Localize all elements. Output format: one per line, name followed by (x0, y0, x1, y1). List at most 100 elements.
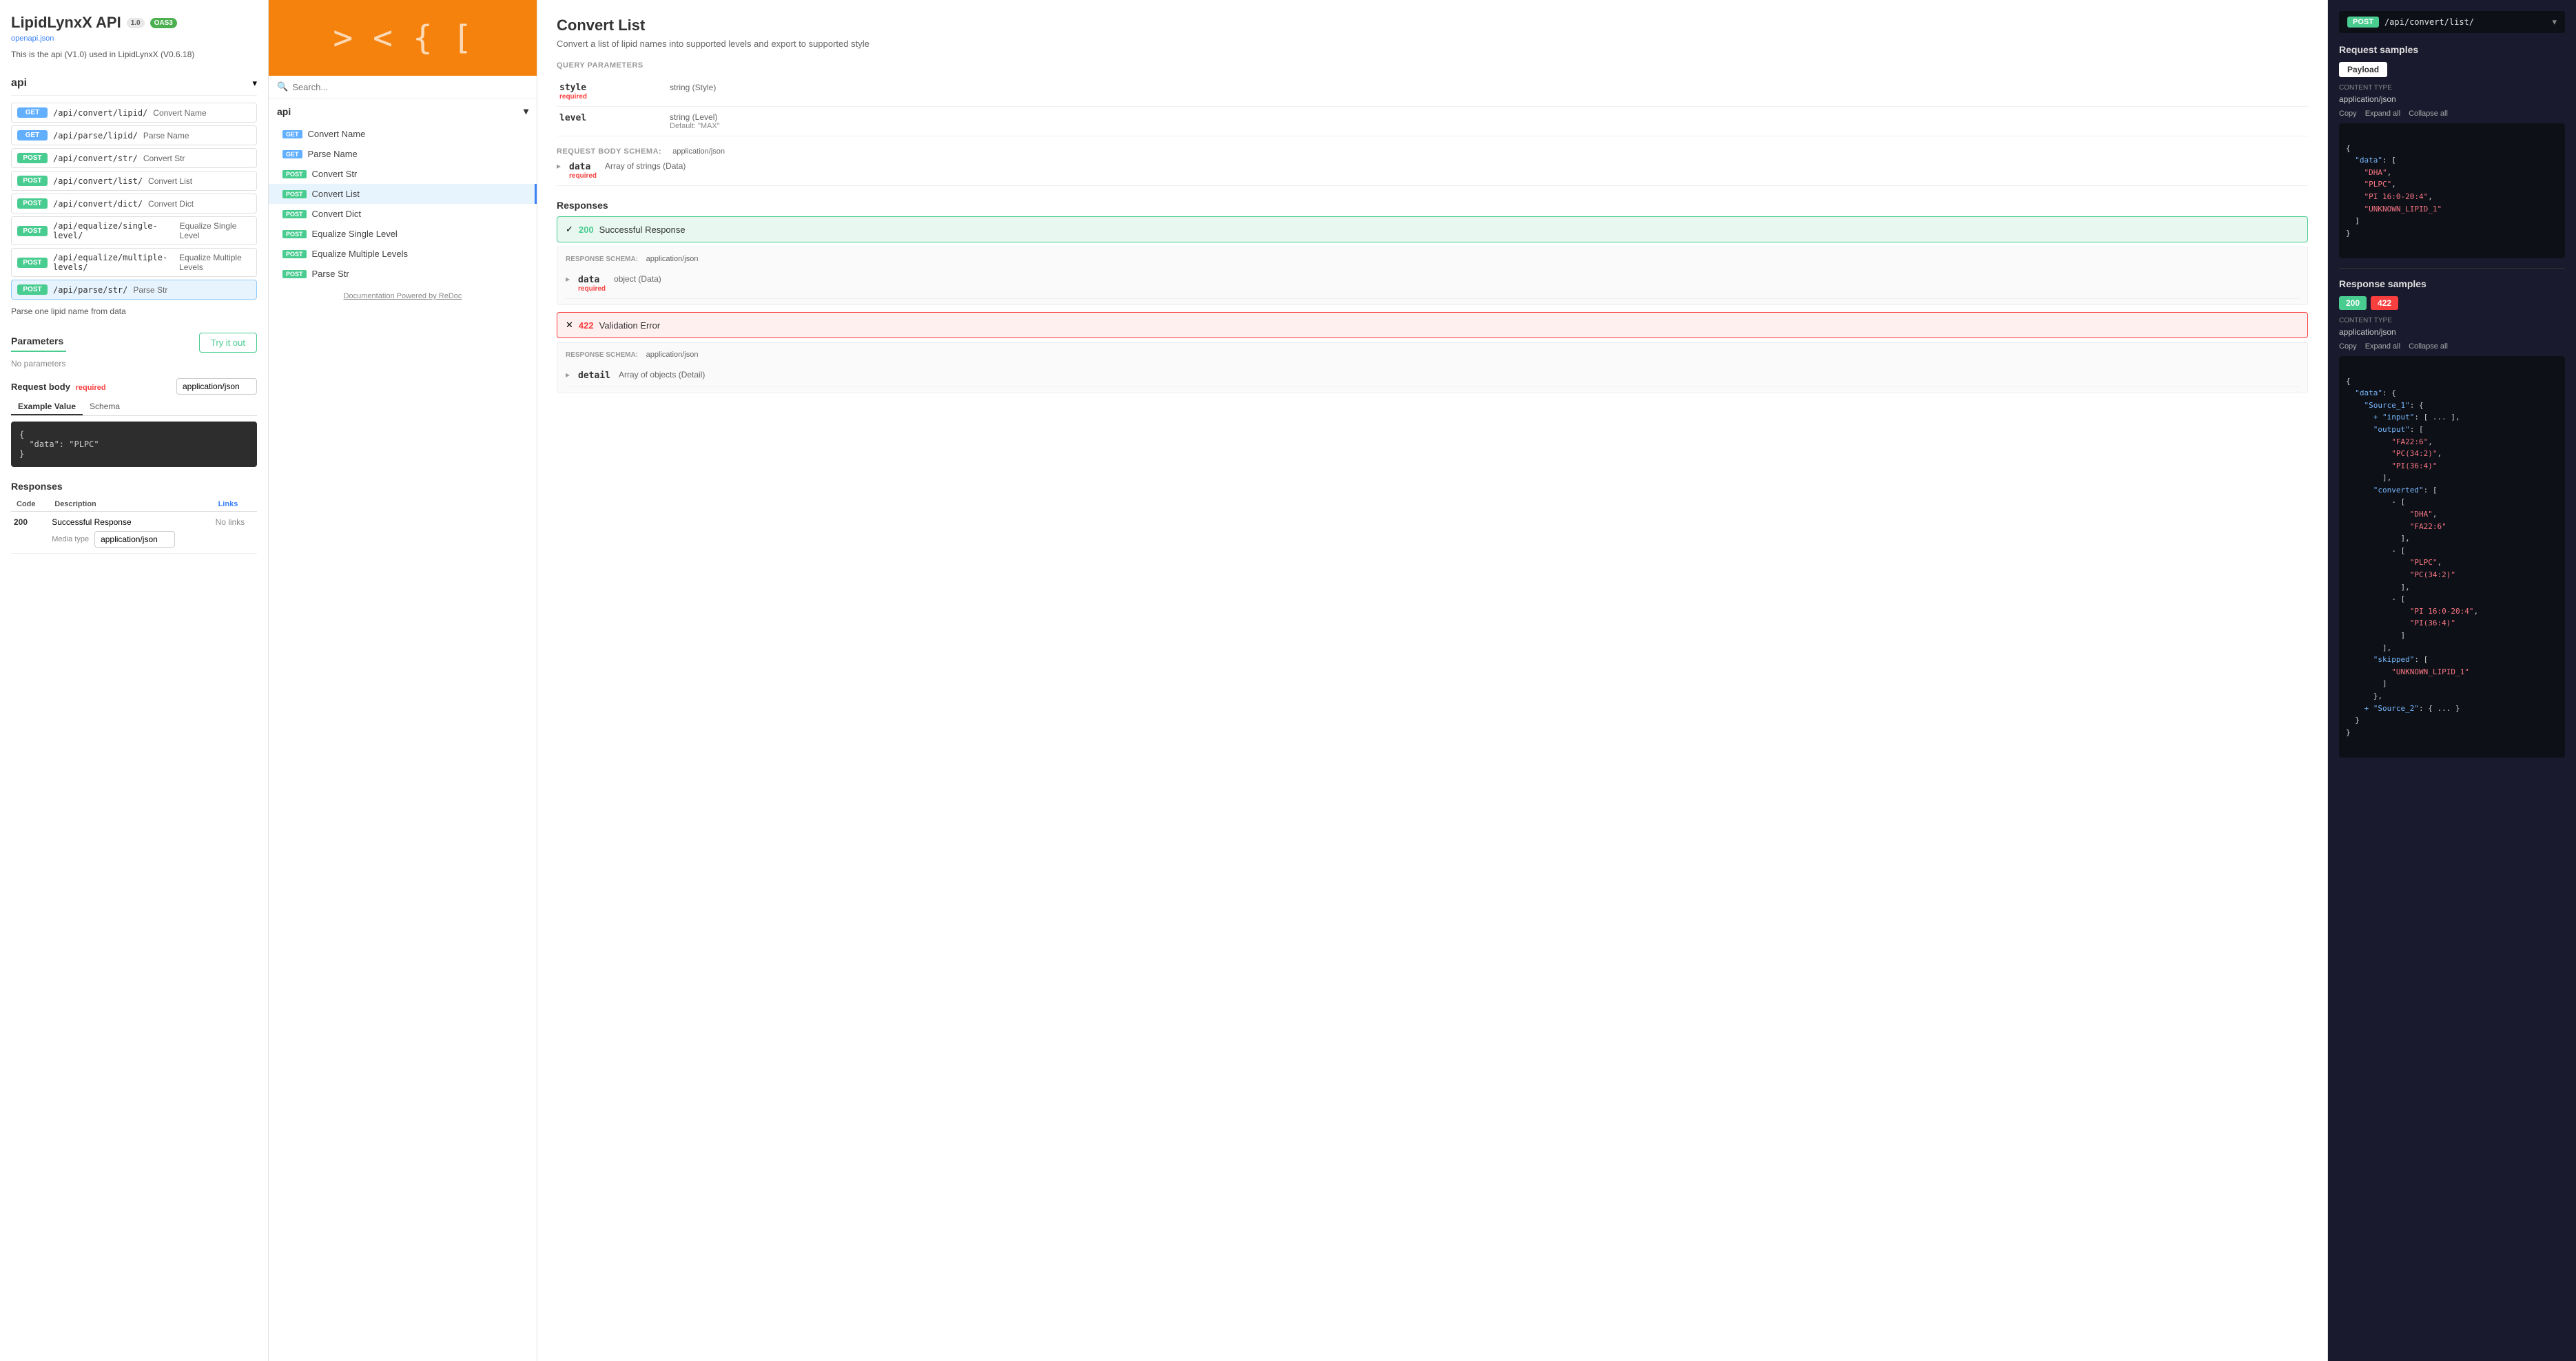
tab-schema[interactable]: Schema (83, 399, 127, 415)
nav-item-label: Convert List (312, 189, 360, 199)
resp-tab-200[interactable]: 200 (2339, 296, 2367, 310)
nav-item-parse-str[interactable]: POST Parse Str (269, 264, 537, 284)
oas-badge: OAS3 (150, 18, 177, 28)
nav-item-convert-list[interactable]: POST Convert List (269, 184, 537, 204)
endpoint-post-parse-str[interactable]: POST /api/parse/str/ Parse Str (11, 280, 257, 300)
endpoint-desc: Parse Str (133, 285, 167, 295)
col-desc: Description (49, 497, 212, 512)
endpoint-desc: Convert Dict (148, 199, 194, 209)
nav-item-convert-name[interactable]: GET Convert Name (269, 124, 537, 144)
chevron-down-icon: ✓ (566, 224, 573, 235)
tab-example-value[interactable]: Example Value (11, 399, 83, 415)
endpoint-post-convert-dict[interactable]: POST /api/convert/dict/ Convert Dict (11, 194, 257, 214)
center-panel: > < { [ 🔍 api ▾ GET Convert Name GET Par… (269, 0, 537, 1361)
nav-get-badge: GET (282, 150, 302, 158)
endpoint-post-convert-list[interactable]: POST /api/convert/list/ Convert List (11, 171, 257, 191)
method-badge-get: GET (17, 107, 48, 118)
resp-code-actions: Copy Expand all Collapse all (2339, 342, 2565, 351)
orange-header: > < { [ (269, 0, 537, 76)
nav-item-label: Equalize Multiple Levels (312, 249, 408, 259)
resp-422-schema-type: application/json (646, 351, 699, 359)
section-title: api (11, 77, 27, 90)
nav-item-equalize-single[interactable]: POST Equalize Single Level (269, 224, 537, 244)
nav-section: api ▾ GET Convert Name GET Parse Name PO… (269, 98, 537, 284)
chevron-down-icon: ▾ (524, 105, 528, 117)
resp-422-schema-label: RESPONSE SCHEMA: (566, 351, 638, 359)
response-json-block: { "data": { "Source_1": { + "input": [ .… (2339, 356, 2565, 758)
resp-200-schema-section: RESPONSE SCHEMA: application/json ▸ data… (557, 247, 2308, 305)
resp-tab-422[interactable]: 422 (2371, 296, 2398, 310)
endpoint-path: /api/convert/list/ (53, 176, 143, 186)
search-input[interactable] (292, 82, 528, 92)
resp-desc-422: Validation Error (599, 320, 661, 331)
resp-expand-all-button[interactable]: Expand all (2365, 342, 2400, 351)
endpoint-desc: Equalize Single Level (180, 221, 251, 240)
chevron-down-icon[interactable]: ▾ (252, 78, 257, 89)
method-badge-post: POST (17, 176, 48, 186)
request-body-header: Request body required application/json (11, 378, 257, 395)
payload-button[interactable]: Payload (2339, 62, 2387, 77)
method-badge-post: POST (17, 226, 48, 236)
resp-code-200: 200 (11, 512, 49, 554)
nav-item-convert-dict[interactable]: POST Convert Dict (269, 204, 537, 224)
nav-item-equalize-multiple[interactable]: POST Equalize Multiple Levels (269, 244, 537, 264)
code-actions: Copy Expand all Collapse all (2339, 110, 2565, 118)
response-tabs: 200 422 (2339, 296, 2565, 310)
expand-icon[interactable]: ▸ (566, 274, 570, 284)
redoc-link[interactable]: Documentation Powered by ReDoc (269, 284, 537, 309)
resp-collapse-all-button[interactable]: Collapse all (2409, 342, 2448, 351)
schema-row-data: ▸ data required Array of strings (Data) (557, 156, 2308, 186)
nav-item-label: Parse Str (312, 269, 349, 279)
try-it-button[interactable]: Try it out (199, 333, 257, 353)
expand-all-button[interactable]: Expand all (2365, 110, 2400, 118)
resp-data-type: object (Data) (614, 274, 661, 284)
example-schema-tabs: Example Value Schema (11, 399, 257, 416)
nav-item-label: Convert Str (312, 169, 358, 179)
endpoint-desc: Convert List (148, 176, 192, 186)
request-body-label: Request body (11, 382, 70, 392)
media-type-select[interactable]: application/json (94, 531, 175, 548)
schema-name-data: data (569, 162, 590, 172)
method-badge-post: POST (17, 284, 48, 295)
resp-copy-button[interactable]: Copy (2339, 342, 2357, 351)
expand-icon[interactable]: ▸ (557, 161, 561, 171)
endpoint-post-equalize-single[interactable]: POST /api/equalize/single-level/ Equaliz… (11, 216, 257, 245)
nav-item-convert-str[interactable]: POST Convert Str (269, 164, 537, 184)
resp-data-name: data (578, 275, 599, 285)
copy-button[interactable]: Copy (2339, 110, 2357, 118)
responses-title-main: Responses (557, 200, 2308, 211)
param-required-style: required (559, 93, 664, 101)
param-row-style: style required string (Style) (557, 76, 2308, 107)
expand-icon[interactable]: ▸ (566, 370, 570, 380)
endpoint-get-parse-lipid[interactable]: GET /api/parse/lipid/ Parse Name (11, 125, 257, 145)
expand-icon[interactable]: ▾ (2552, 17, 2557, 28)
responses-box: Responses ✓ 200 Successful Response RESP… (557, 200, 2308, 393)
method-badge-post: POST (17, 198, 48, 209)
search-box: 🔍 (269, 76, 537, 98)
collapse-all-button[interactable]: Collapse all (2409, 110, 2448, 118)
endpoint-post-convert-str[interactable]: POST /api/convert/str/ Convert Str (11, 148, 257, 168)
endpoint-path: /api/convert/dict/ (53, 199, 143, 209)
endpoint-url: /api/convert/list/ (2384, 17, 2547, 27)
endpoint-post-equalize-multiple[interactable]: POST /api/equalize/multiple-levels/ Equa… (11, 248, 257, 277)
nav-post-badge: POST (282, 210, 307, 218)
nav-api-header[interactable]: api ▾ (269, 98, 537, 124)
resp-content-type-value: application/json (2339, 327, 2565, 337)
endpoint-path: /api/convert/lipid/ (53, 108, 147, 118)
openapi-link[interactable]: openapi.json (11, 34, 257, 43)
content-type-select[interactable]: application/json (176, 378, 257, 395)
nav-item-parse-name[interactable]: GET Parse Name (269, 144, 537, 164)
endpoint-desc: Convert Name (153, 108, 206, 118)
no-params-text: No parameters (11, 359, 257, 368)
parameters-underline (11, 351, 66, 352)
responses-title: Responses (11, 481, 257, 492)
resp-row-200[interactable]: ✓ 200 Successful Response (557, 216, 2308, 242)
resp-row-422[interactable]: ✕ 422 Validation Error (557, 312, 2308, 338)
col-links: Links (213, 497, 257, 512)
endpoint-get-convert-lipid[interactable]: GET /api/convert/lipid/ Convert Name (11, 103, 257, 123)
schema-type-data: Array of strings (Data) (605, 161, 686, 171)
content-type-value: application/json (2339, 94, 2565, 104)
endpoint-path: /api/convert/str/ (53, 154, 138, 163)
endpoint-desc: Convert Str (143, 154, 185, 163)
endpoint-title: Convert List (557, 17, 2308, 34)
